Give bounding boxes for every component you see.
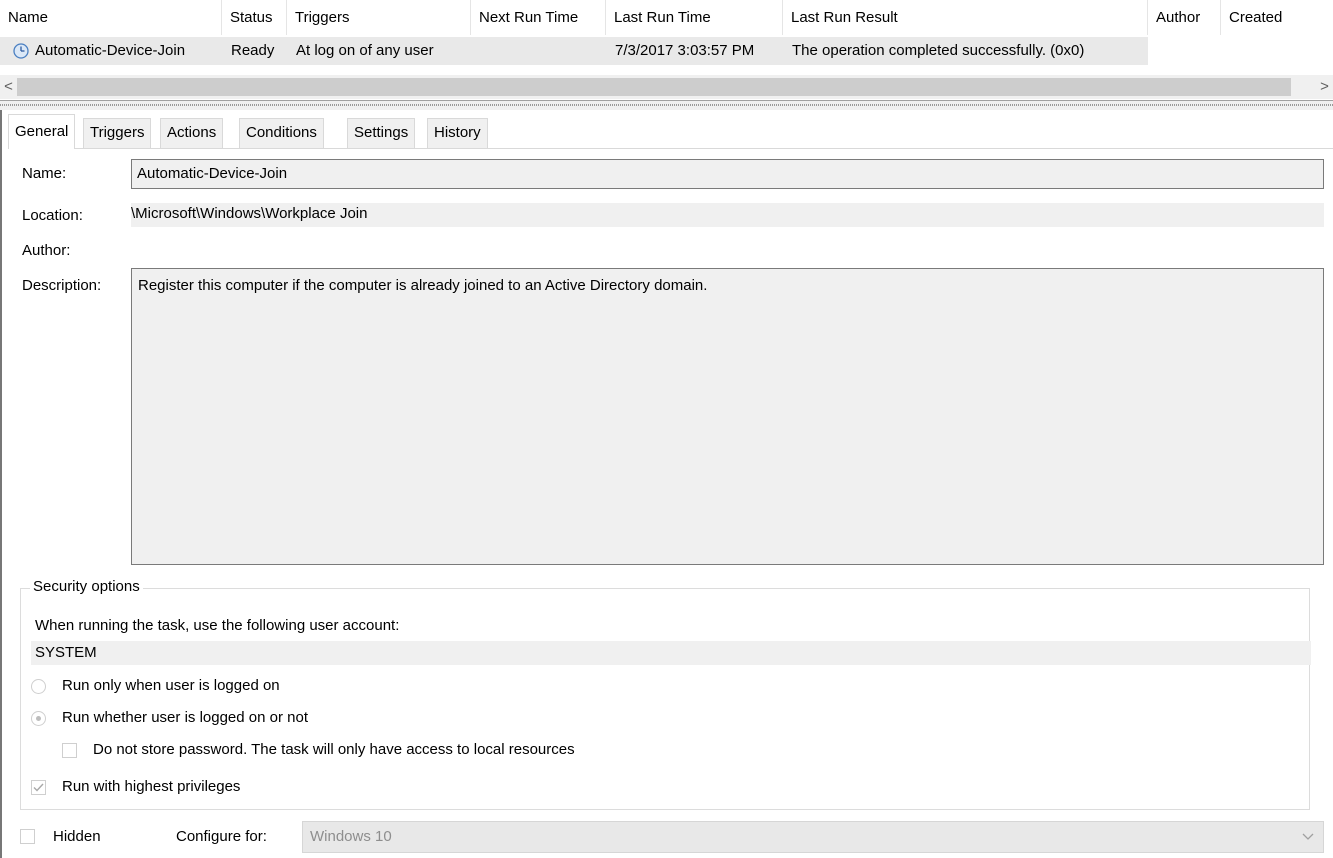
column-header-created[interactable]: Created [1221,0,1333,35]
horizontal-scrollbar[interactable]: < > [0,75,1333,99]
checkbox-highest-privileges-label[interactable]: Run with highest privileges [62,778,240,795]
description-label: Description: [22,277,102,294]
task-last-result-cell: The operation completed successfully. (0… [792,42,1085,59]
radio-run-only-logged-on[interactable] [31,679,46,694]
radio-run-whether-logged-on[interactable] [31,711,46,726]
checkbox-do-not-store-password[interactable] [62,743,77,758]
tab-general[interactable]: General [8,114,76,149]
column-header-author[interactable]: Author [1148,0,1221,35]
tab-history[interactable]: History [427,118,488,148]
description-field[interactable]: Register this computer if the computer i… [131,268,1324,565]
configure-for-dropdown[interactable]: Windows 10 [302,821,1324,853]
name-label: Name: [22,165,67,182]
author-label: Author: [22,242,71,259]
column-header-next-run-time[interactable]: Next Run Time [471,0,606,35]
column-header-name[interactable]: Name [0,0,222,35]
configure-for-label: Configure for: [176,828,267,845]
column-header-last-run-time[interactable]: Last Run Time [606,0,783,35]
security-options-title: Security options [30,578,143,595]
checkbox-hidden[interactable] [20,829,35,844]
checkbox-hidden-label[interactable]: Hidden [53,828,101,845]
radio-run-only-logged-on-label[interactable]: Run only when user is logged on [62,677,280,694]
tab-triggers[interactable]: Triggers [83,118,152,148]
scrollbar-thumb[interactable] [17,78,1291,96]
clock-icon [13,43,29,59]
user-account-prompt: When running the task, use the following… [35,617,400,634]
task-status-cell: Ready [231,42,275,59]
checkbox-highest-privileges[interactable] [31,780,46,795]
tab-strip-divider [8,148,1333,149]
tab-actions[interactable]: Actions [160,118,224,148]
task-triggers-cell: At log on of any user [296,42,434,59]
chevron-down-icon [1302,833,1314,840]
location-value: \Microsoft\Windows\Workplace Join [131,205,368,222]
configure-for-value: Windows 10 [310,828,392,845]
column-header-status[interactable]: Status [222,0,287,35]
column-header-triggers[interactable]: Triggers [287,0,471,35]
checkmark-icon [33,783,44,792]
task-name-cell: Automatic-Device-Join [35,42,186,59]
user-account-field [31,641,1311,665]
name-field[interactable]: Automatic-Device-Join [131,159,1324,189]
scroll-right-button[interactable]: > [1316,75,1333,99]
pane-splitter[interactable] [0,100,1333,110]
left-border [0,110,2,858]
scroll-left-button[interactable]: < [0,75,17,99]
tab-settings[interactable]: Settings [347,118,416,148]
location-label: Location: [22,207,83,224]
tab-conditions[interactable]: Conditions [239,118,324,148]
task-row[interactable]: Automatic-Device-Join Ready At log on of… [0,37,1333,65]
user-account-value: SYSTEM [35,644,97,661]
task-list-header: Name Status Triggers Next Run Time Last … [0,0,1333,35]
task-last-run-cell: 7/3/2017 3:03:57 PM [615,42,755,59]
column-header-last-run-result[interactable]: Last Run Result [783,0,1148,35]
checkbox-do-not-store-password-label[interactable]: Do not store password. The task will onl… [93,741,575,758]
radio-run-whether-logged-on-label[interactable]: Run whether user is logged on or not [62,709,308,726]
